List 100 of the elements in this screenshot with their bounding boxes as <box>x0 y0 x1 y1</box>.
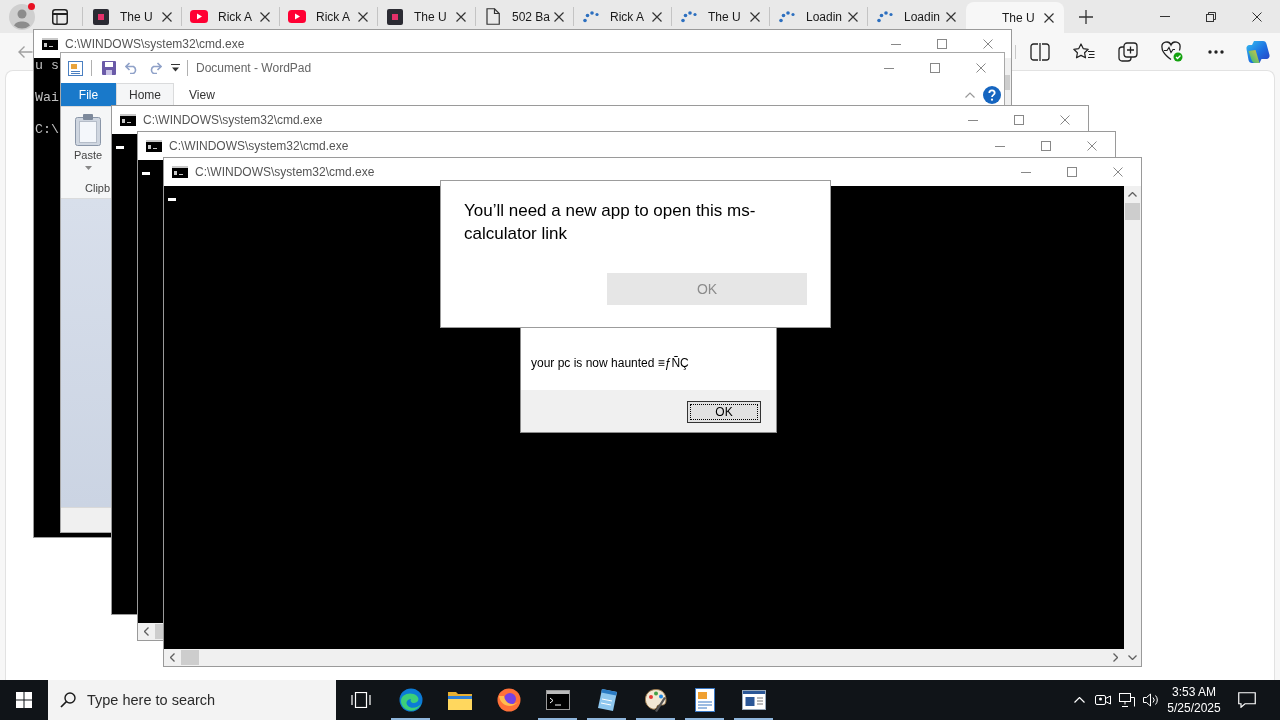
folder-icon[interactable] <box>447 690 472 710</box>
minimize-icon[interactable] <box>968 119 978 121</box>
spinner-icon <box>583 10 599 23</box>
notification-icon[interactable] <box>1238 692 1256 708</box>
close-icon[interactable] <box>260 11 270 22</box>
volume-icon[interactable] <box>1143 693 1159 707</box>
horizontal-scrollbar[interactable] <box>164 649 1124 666</box>
browser-tab[interactable]: The U <box>966 2 1064 33</box>
help-icon[interactable] <box>983 85 1001 104</box>
ok-button[interactable]: OK <box>687 401 761 423</box>
split-screen-icon[interactable] <box>1030 42 1050 61</box>
minimize-icon[interactable] <box>884 67 894 69</box>
document-icon[interactable] <box>694 688 715 712</box>
caret-left-icon[interactable] <box>144 627 149 636</box>
profile-icon[interactable] <box>9 3 35 30</box>
browser-tab[interactable]: The U <box>672 0 770 33</box>
group-label: Clipb <box>85 182 111 195</box>
minimize-icon[interactable] <box>995 145 1005 147</box>
chevron-up-icon[interactable] <box>1073 697 1085 703</box>
horizontal-scrollbar[interactable] <box>138 623 163 640</box>
save-icon[interactable] <box>102 61 116 75</box>
clipboard-icon <box>75 114 101 146</box>
dialog-message: You’ll need a new app to open this ms-calculator link <box>464 200 757 245</box>
terminal-icon <box>172 166 188 178</box>
caret-up-icon[interactable] <box>1128 192 1137 197</box>
browser-tab[interactable]: Loadin <box>868 0 966 33</box>
star-list-icon[interactable] <box>1073 43 1095 60</box>
close-icon[interactable] <box>162 11 172 22</box>
clock-date[interactable]: 5/25/2025 <box>1167 700 1221 716</box>
browser-tab[interactable]: The U <box>84 0 182 33</box>
close-icon[interactable] <box>652 11 662 22</box>
close-icon[interactable] <box>554 11 564 22</box>
window-icon[interactable] <box>52 8 68 25</box>
file-menu-button[interactable]: File <box>61 83 116 106</box>
terminal-icon[interactable] <box>545 690 570 710</box>
spinner-icon <box>779 10 795 23</box>
terminal-icon <box>42 38 58 50</box>
browser-tab[interactable]: Rick A <box>182 0 280 33</box>
close-icon[interactable] <box>1252 11 1262 22</box>
close-icon[interactable] <box>1044 12 1054 23</box>
restore-icon[interactable] <box>1206 11 1216 22</box>
browser-tab[interactable]: Rick A <box>280 0 378 33</box>
more-icon[interactable] <box>1208 49 1224 54</box>
browser-tab[interactable]: Loadin <box>770 0 868 33</box>
plus-icon[interactable] <box>1079 9 1093 24</box>
maximize-icon[interactable] <box>930 63 940 73</box>
network-icon[interactable] <box>1119 693 1135 707</box>
spinner-icon <box>681 10 697 23</box>
window-title: C:\WINDOWS\system32\cmd.exe <box>195 165 375 179</box>
paste-button[interactable]: Paste <box>74 114 102 170</box>
video-camera-icon[interactable] <box>1095 693 1111 707</box>
task-view-icon[interactable] <box>351 692 371 708</box>
play-icon <box>288 10 306 23</box>
scroll-thumb[interactable] <box>155 624 163 639</box>
close-icon[interactable] <box>358 11 368 22</box>
maximize-icon[interactable] <box>1014 115 1024 125</box>
search-field[interactable]: Type here to search <box>48 680 336 720</box>
undo-icon[interactable] <box>125 62 139 74</box>
maximize-icon[interactable] <box>937 39 947 49</box>
close-icon[interactable] <box>946 11 956 22</box>
caret-down-icon[interactable] <box>1128 655 1137 660</box>
browser-icon[interactable] <box>398 688 423 712</box>
minimize-icon[interactable] <box>1021 171 1031 173</box>
ribbon-tab[interactable]: View <box>174 83 230 106</box>
palette-icon[interactable] <box>643 688 668 712</box>
clock-time[interactable]: 3:53 AM <box>1172 684 1216 700</box>
browser-tab[interactable]: Rick A <box>574 0 672 33</box>
close-icon[interactable] <box>848 11 858 22</box>
heart-check-icon[interactable] <box>1161 41 1183 62</box>
caret-right-icon[interactable] <box>1113 653 1118 662</box>
scroll-thumb[interactable] <box>1125 203 1140 220</box>
browser-tab[interactable]: The U <box>378 0 476 33</box>
layers-plus-icon[interactable] <box>1118 41 1138 62</box>
terminal-icon <box>120 114 136 126</box>
start-icon[interactable] <box>16 692 32 708</box>
window-title: C:\WINDOWS\system32\cmd.exe <box>143 113 323 127</box>
redo-icon[interactable] <box>148 62 162 74</box>
ribbon-tab[interactable]: Home <box>116 83 174 106</box>
browser-tab[interactable]: 502 Ba <box>476 0 574 33</box>
scroll-thumb[interactable] <box>1005 75 1010 90</box>
play-icon <box>190 10 208 23</box>
window-icon[interactable] <box>741 690 766 710</box>
close-icon[interactable] <box>456 11 466 22</box>
caret-down-icon[interactable] <box>171 64 180 72</box>
browser-icon[interactable] <box>496 688 521 712</box>
close-icon[interactable] <box>750 11 760 22</box>
maximize-icon[interactable] <box>1041 141 1051 151</box>
window-title: C:\WINDOWS\system32\cmd.exe <box>169 139 349 153</box>
console-text: u s <box>35 58 59 74</box>
scroll-thumb[interactable] <box>181 650 199 665</box>
caret-up-icon[interactable] <box>965 91 975 98</box>
console-text: Wai <box>35 90 59 106</box>
vertical-scrollbar[interactable] <box>1005 58 1011 105</box>
caret-left-icon[interactable] <box>170 653 175 662</box>
search-icon <box>60 692 76 708</box>
minimize-icon[interactable] <box>891 43 901 45</box>
vertical-scrollbar[interactable] <box>1124 186 1141 666</box>
maximize-icon[interactable] <box>1067 167 1077 177</box>
swirl-logo-icon[interactable] <box>1246 39 1270 64</box>
notebook-icon[interactable] <box>595 688 618 712</box>
